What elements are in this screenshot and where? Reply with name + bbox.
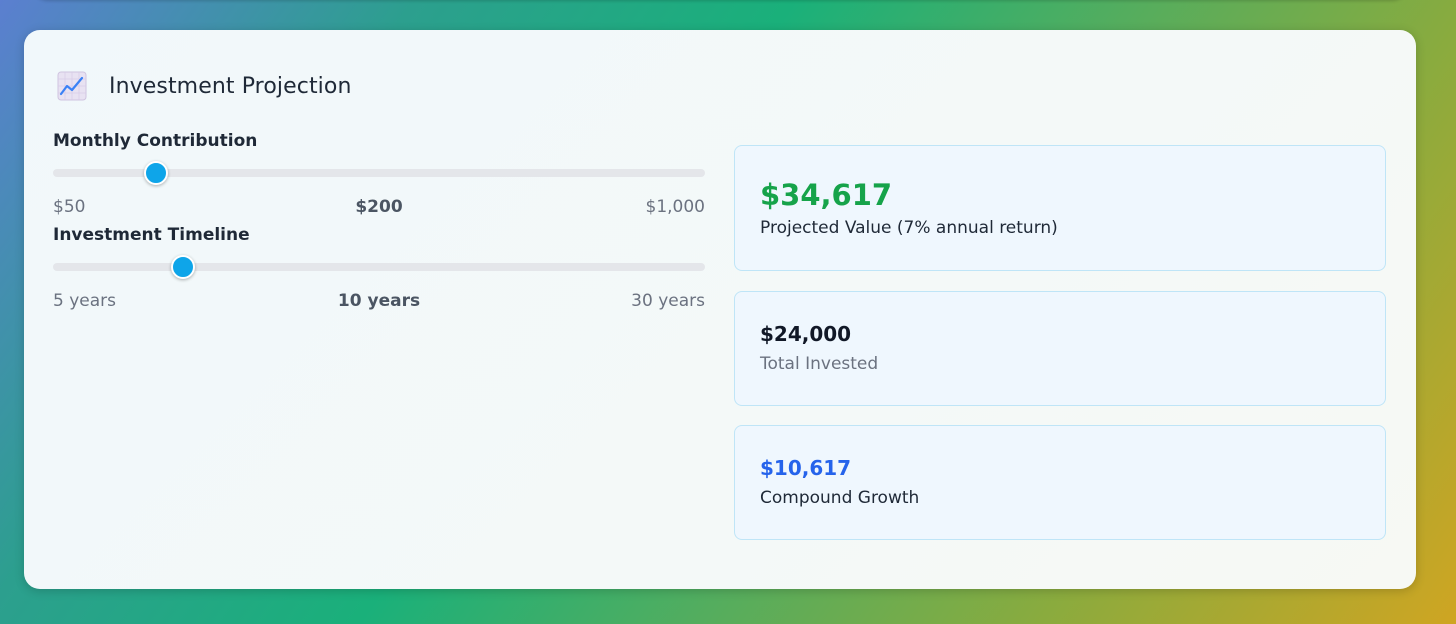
projected-value-card: $34,617 Projected Value (7% annual retur… bbox=[734, 145, 1386, 271]
monthly-contribution-label: Monthly Contribution bbox=[53, 131, 258, 151]
card-title: Investment Projection bbox=[109, 73, 352, 99]
investment-timeline-value: 10 years bbox=[337, 291, 421, 311]
investment-timeline-max: 30 years bbox=[631, 291, 705, 311]
investment-timeline-slider[interactable] bbox=[53, 255, 705, 279]
investment-timeline-min: 5 years bbox=[53, 291, 117, 311]
monthly-contribution-value: $200 bbox=[355, 197, 403, 217]
card-header: Investment Projection bbox=[57, 68, 352, 104]
monthly-contribution-control: Monthly Contribution $50 $200 $1,000 bbox=[53, 129, 705, 219]
total-invested-label: Total Invested bbox=[760, 354, 879, 374]
monthly-contribution-slider-thumb[interactable] bbox=[143, 161, 168, 185]
chart-increasing-icon bbox=[57, 71, 87, 101]
investment-timeline-control: Investment Timeline 5 years 10 years 30 … bbox=[53, 223, 705, 313]
monthly-contribution-max: $1,000 bbox=[645, 197, 705, 217]
compound-growth-card: $10,617 Compound Growth bbox=[734, 425, 1386, 540]
investment-projection-card: Investment Projection Monthly Contributi… bbox=[24, 30, 1416, 589]
investment-timeline-label: Investment Timeline bbox=[53, 225, 250, 245]
monthly-contribution-min: $50 bbox=[53, 197, 86, 217]
compound-growth-label: Compound Growth bbox=[760, 488, 920, 508]
projected-value-label: Projected Value (7% annual return) bbox=[760, 218, 1058, 238]
monthly-contribution-scale: $50 $200 $1,000 bbox=[53, 197, 705, 219]
investment-timeline-slider-thumb[interactable] bbox=[171, 255, 196, 279]
projected-value: $34,617 bbox=[760, 178, 893, 212]
monthly-contribution-slider[interactable] bbox=[53, 161, 705, 185]
compound-growth-value: $10,617 bbox=[760, 456, 852, 480]
total-invested-card: $24,000 Total Invested bbox=[734, 291, 1386, 406]
investment-timeline-scale: 5 years 10 years 30 years bbox=[53, 291, 705, 313]
total-invested-value: $24,000 bbox=[760, 322, 852, 346]
